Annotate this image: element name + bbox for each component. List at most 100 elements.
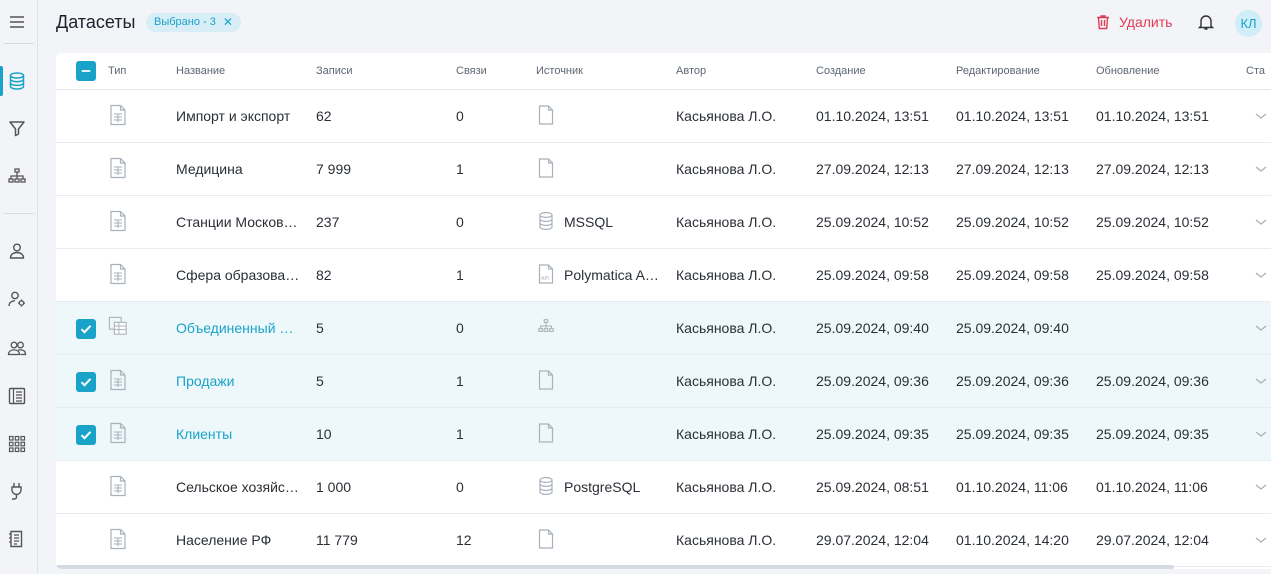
menu-icon[interactable] xyxy=(6,11,28,33)
table-row[interactable]: Объединенный … 5 0 Касьянова Л.О. 25.09.2024… xyxy=(56,302,1271,355)
column-header-name[interactable]: Название xyxy=(176,65,225,77)
column-header-edited[interactable]: Редактирование xyxy=(956,65,1040,77)
cell-name[interactable]: Клиенты xyxy=(176,426,232,442)
cell-edited: 25.09.2024, 09:35 xyxy=(956,426,1069,442)
cell-author: Касьянова Л.О. xyxy=(676,267,777,283)
chevron-down-icon[interactable] xyxy=(1254,269,1268,281)
chevron-down-icon[interactable] xyxy=(1254,534,1268,546)
table-header: Тип Название Записи Связи Источник Автор… xyxy=(56,53,1271,90)
cell-created: 27.09.2024, 12:13 xyxy=(816,161,929,177)
user-settings-icon[interactable] xyxy=(6,288,28,310)
database-icon[interactable] xyxy=(6,70,28,92)
cell-name[interactable]: Продажи xyxy=(176,373,234,389)
cell-updated: 25.09.2024, 09:36 xyxy=(1096,373,1209,389)
chevron-down-icon[interactable] xyxy=(1254,322,1268,334)
cell-author: Касьянова Л.О. xyxy=(676,320,777,336)
cell-name[interactable]: Сельское хозяйс… xyxy=(176,479,299,495)
cell-created: 29.07.2024, 12:04 xyxy=(816,532,929,548)
clear-selection-icon[interactable]: ✕ xyxy=(223,13,233,32)
trash-icon xyxy=(1097,15,1109,30)
filter-icon[interactable] xyxy=(6,117,28,139)
source-file-icon xyxy=(537,529,555,549)
document-list-icon[interactable] xyxy=(6,528,28,550)
row-checkbox[interactable] xyxy=(76,372,96,392)
table-row[interactable]: Продажи 5 1 Касьянова Л.О. 25.09.2024, 09:36… xyxy=(56,355,1271,408)
cell-name[interactable]: Импорт и экспорт xyxy=(176,108,290,124)
cell-author: Касьянова Л.О. xyxy=(676,161,777,177)
cell-author: Касьянова Л.О. xyxy=(676,532,777,548)
cell-author: Касьянова Л.О. xyxy=(676,108,777,124)
cell-edited: 01.10.2024, 14:20 xyxy=(956,532,1069,548)
delete-button[interactable]: Удалить xyxy=(1095,14,1172,30)
column-header-records[interactable]: Записи xyxy=(316,65,353,77)
file-table-icon xyxy=(108,528,128,550)
table-row[interactable]: Станции Москов… 237 0 MSSQL Касьянова Л.О. 25… xyxy=(56,196,1271,249)
cell-records: 7 999 xyxy=(316,161,352,177)
cell-name[interactable]: Сфера образова… xyxy=(176,267,299,283)
cell-links: 12 xyxy=(456,532,472,548)
rail-divider xyxy=(4,43,34,44)
file-table-icon xyxy=(108,263,128,285)
cell-edited: 25.09.2024, 10:52 xyxy=(956,214,1069,230)
list-book-icon[interactable] xyxy=(6,385,28,407)
chevron-down-icon[interactable] xyxy=(1254,110,1268,122)
plug-icon[interactable] xyxy=(6,480,28,502)
cell-name[interactable]: Медицина xyxy=(176,161,243,177)
cell-created: 25.09.2024, 09:36 xyxy=(816,373,929,389)
cell-source: PostgreSQL xyxy=(564,479,641,495)
column-header-updated[interactable]: Обновление xyxy=(1096,65,1160,77)
users-group-icon[interactable] xyxy=(6,337,28,359)
cell-links: 0 xyxy=(456,320,464,336)
cell-records: 5 xyxy=(316,320,324,336)
cell-source: MSSQL xyxy=(564,214,614,230)
cell-name[interactable]: Объединенный … xyxy=(176,320,293,336)
table-row[interactable]: API Сфера образова… 82 1 Polymatica A… Касьян… xyxy=(56,249,1271,302)
bell-icon[interactable] xyxy=(1197,13,1215,31)
datasets-table: Тип Название Записи Связи Источник Автор… xyxy=(56,53,1271,569)
column-header-created[interactable]: Создание xyxy=(816,65,866,77)
table-row[interactable]: Импорт и экспорт 62 0 Касьянова Л.О. 01.10.2… xyxy=(56,90,1271,143)
user-icon[interactable] xyxy=(6,240,28,262)
cell-updated: 25.09.2024, 10:52 xyxy=(1096,214,1209,230)
cell-links: 0 xyxy=(456,479,464,495)
chevron-down-icon[interactable] xyxy=(1254,163,1268,175)
row-checkbox[interactable] xyxy=(76,319,96,339)
table-row[interactable]: Медицина 7 999 1 Касьянова Л.О. 27.09.2024, … xyxy=(56,143,1271,196)
table-row[interactable]: Население РФ 11 779 12 Касьянова Л.О. 29.07.… xyxy=(56,514,1271,567)
row-checkbox[interactable] xyxy=(76,425,96,445)
column-header-status[interactable]: Ста xyxy=(1246,65,1265,77)
chevron-down-icon[interactable] xyxy=(1254,481,1268,493)
cell-records: 82 xyxy=(316,267,332,283)
avatar[interactable]: КЛ xyxy=(1235,10,1262,37)
cell-records: 10 xyxy=(316,426,332,442)
hierarchy-icon[interactable] xyxy=(6,165,28,187)
column-header-author[interactable]: Автор xyxy=(676,65,706,77)
horizontal-scrollbar[interactable] xyxy=(56,565,1174,569)
chevron-down-icon[interactable] xyxy=(1254,216,1268,228)
cell-edited: 27.09.2024, 12:13 xyxy=(956,161,1069,177)
cell-author: Касьянова Л.О. xyxy=(676,373,777,389)
cell-records: 11 779 xyxy=(316,532,358,548)
select-all-checkbox[interactable] xyxy=(76,61,96,81)
chevron-down-icon[interactable] xyxy=(1254,375,1268,387)
chevron-down-icon[interactable] xyxy=(1254,428,1268,440)
column-header-type[interactable]: Тип xyxy=(108,65,126,77)
cell-updated: 25.09.2024, 09:35 xyxy=(1096,426,1209,442)
column-header-source[interactable]: Источник xyxy=(536,65,583,77)
table-row[interactable]: Клиенты 10 1 Касьянова Л.О. 25.09.2024, 09:3… xyxy=(56,408,1271,461)
cell-links: 1 xyxy=(456,161,464,177)
cell-name[interactable]: Население РФ xyxy=(176,532,271,548)
cell-links: 0 xyxy=(456,214,464,230)
cell-created: 25.09.2024, 09:58 xyxy=(816,267,929,283)
rail-active-indicator xyxy=(0,66,3,96)
cell-links: 1 xyxy=(456,426,464,442)
cell-links: 0 xyxy=(456,108,464,124)
grid-apps-icon[interactable] xyxy=(6,433,28,455)
column-header-links[interactable]: Связи xyxy=(456,65,487,77)
source-file-icon xyxy=(537,423,555,443)
cell-records: 62 xyxy=(316,108,332,124)
file-table-icon xyxy=(108,475,128,497)
table-row[interactable]: Сельское хозяйс… 1 000 0 PostgreSQL Касьянов… xyxy=(56,461,1271,514)
cell-name[interactable]: Станции Москов… xyxy=(176,214,298,230)
source-database-icon xyxy=(537,476,555,496)
